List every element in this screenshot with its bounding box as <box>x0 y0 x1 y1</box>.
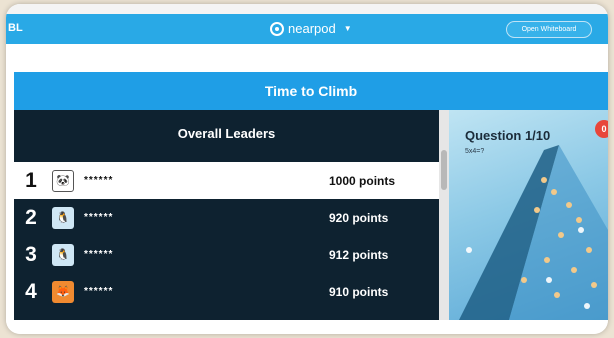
leaderboard-row: 3 🐧 ****** 912 points <box>14 236 439 273</box>
player-points: 912 points <box>329 247 389 262</box>
nearpod-logo-icon <box>270 21 284 36</box>
notification-badge[interactable]: 0 <box>595 120 608 138</box>
chevron-down-icon: ▼ <box>343 24 352 33</box>
penguin-icon: 🐧 <box>52 243 74 266</box>
player-name: ****** <box>84 249 114 260</box>
game-title: Time to Climb <box>14 72 608 110</box>
open-whiteboard-button[interactable]: Open Whiteboard <box>506 21 592 38</box>
brand-menu[interactable]: nearpod ▼ <box>270 21 352 36</box>
bottom-strip <box>6 320 608 334</box>
scrollbar-thumb[interactable] <box>441 150 447 190</box>
leaderboard-row: 1 🐼 ****** 1000 points <box>14 162 439 199</box>
session-label[interactable]: BL <box>8 22 23 34</box>
player-points: 1000 points <box>329 173 396 188</box>
player-name: ****** <box>84 175 114 186</box>
rank-number: 4 <box>25 279 37 303</box>
player-points: 910 points <box>329 284 389 299</box>
rank-number: 1 <box>25 168 37 192</box>
brand-name: nearpod <box>288 21 336 36</box>
leaderboard-row: 2 🐧 ****** 920 points <box>14 199 439 236</box>
nearpod-topbar: BL nearpod ▼ Open Whiteboard <box>6 14 608 44</box>
player-name: ****** <box>84 212 114 223</box>
penguin-icon: 🐧 <box>52 206 74 229</box>
question-prompt: 5x4=? <box>465 148 485 155</box>
player-points: 920 points <box>329 210 389 225</box>
question-title: Question 1/10 <box>465 128 551 143</box>
fox-icon: 🦊 <box>52 280 74 303</box>
rank-number: 2 <box>25 205 37 229</box>
app-frame: BL nearpod ▼ Open Whiteboard Time to Cli… <box>6 4 608 334</box>
leaderboard-heading: Overall Leaders <box>177 126 276 141</box>
player-name: ****** <box>84 286 114 297</box>
rank-number: 3 <box>25 242 37 266</box>
leaderboard-scrollbar[interactable] <box>439 110 449 320</box>
panda-icon: 🐼 <box>52 169 74 192</box>
question-preview: Question 1/10 5x4=? 0 <box>449 110 608 320</box>
spacer <box>6 44 608 72</box>
leaderboard-row: 4 🦊 ****** 910 points <box>14 273 439 310</box>
leaderboard-panel: Overall Leaders 1 🐼 ****** 1000 points 2… <box>14 110 439 320</box>
bookmarks-bar <box>6 4 608 14</box>
